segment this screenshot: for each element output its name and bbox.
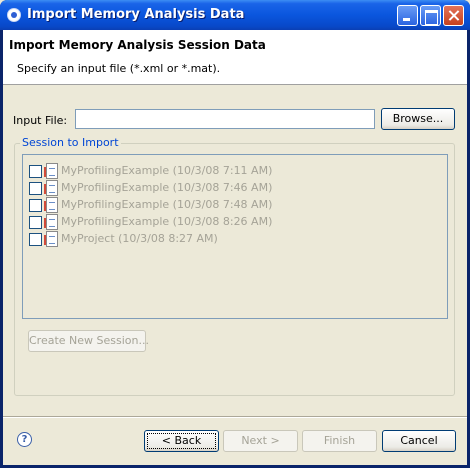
page-title: Import Memory Analysis Session Data (9, 38, 266, 52)
profile-file-icon (44, 231, 58, 247)
close-button[interactable] (443, 5, 464, 26)
app-icon (7, 8, 21, 22)
session-label: MyProfilingExample (10/3/08 7:48 AM) (61, 198, 273, 211)
session-checkbox[interactable] (29, 216, 42, 229)
page-description: Specify an input file (*.xml or *.mat). (17, 62, 221, 75)
finish-button[interactable]: Finish (302, 430, 377, 452)
dialog-client: Import Memory Analysis Session Data Spec… (3, 30, 467, 465)
session-list[interactable]: MyProfilingExample (10/3/08 7:11 AM) MyP… (22, 154, 448, 319)
session-label: MyProfilingExample (10/3/08 7:11 AM) (61, 164, 273, 177)
session-label: MyProject (10/3/08 8:27 AM) (61, 232, 218, 245)
window-title: Import Memory Analysis Data (27, 7, 245, 22)
profile-file-icon (44, 163, 58, 179)
profile-file-icon (44, 180, 58, 196)
cancel-button[interactable]: Cancel (382, 430, 456, 452)
help-icon[interactable]: ? (17, 432, 32, 447)
create-new-session-button[interactable]: Create New Session... (28, 330, 149, 352)
session-checkbox[interactable] (29, 165, 42, 178)
session-checkbox[interactable] (29, 182, 42, 195)
session-label: MyProfilingExample (10/3/08 7:46 AM) (61, 181, 273, 194)
input-file-label: Input File: (13, 114, 68, 127)
footer-separator (3, 416, 467, 418)
session-checkbox[interactable] (29, 233, 42, 246)
dialog-window: Import Memory Analysis Data Import Memor… (0, 0, 470, 468)
profile-file-icon (44, 197, 58, 213)
next-button[interactable]: Next > (223, 430, 298, 452)
session-group-label: Session to Import (20, 136, 121, 149)
back-button[interactable]: < Back (144, 430, 219, 452)
wizard-header: Import Memory Analysis Session Data Spec… (3, 30, 467, 85)
title-bar[interactable]: Import Memory Analysis Data (0, 0, 470, 30)
profile-file-icon (44, 214, 58, 230)
input-file-field[interactable] (75, 109, 375, 129)
focus-ring (147, 433, 216, 449)
browse-button[interactable]: Browse... (381, 108, 455, 130)
session-label: MyProfilingExample (10/3/08 8:26 AM) (61, 215, 273, 228)
minimize-button[interactable] (397, 5, 418, 26)
maximize-button[interactable] (420, 5, 441, 26)
session-checkbox[interactable] (29, 199, 42, 212)
